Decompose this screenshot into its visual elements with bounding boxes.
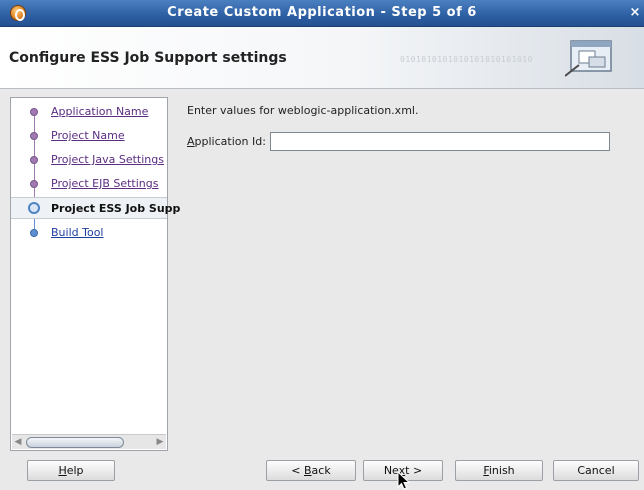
step-dot-icon — [30, 229, 38, 237]
back-rest: ack — [311, 464, 331, 477]
nav-step-application-name[interactable]: Application Name — [11, 101, 167, 123]
mouse-cursor-icon — [397, 471, 411, 490]
close-icon[interactable]: × — [628, 5, 642, 21]
step-dot-icon — [30, 156, 38, 164]
finish-rest: inish — [488, 464, 515, 477]
page-title: Configure ESS Job Support settings — [9, 50, 287, 66]
nav-step-project-ess-job-support[interactable]: Project ESS Job Supp — [11, 197, 180, 219]
help-rest: elp — [66, 464, 84, 477]
wizard-button-bar: Help < Back Next > Finish Cancel — [0, 451, 644, 490]
scroll-right-icon[interactable]: ▶ — [154, 435, 166, 450]
back-button[interactable]: < Back — [266, 460, 356, 481]
step-dot-icon — [30, 180, 38, 188]
cancel-label: Cancel — [577, 464, 615, 477]
application-id-label: Application Id: — [187, 135, 266, 148]
nav-step-project-ejb-settings[interactable]: Project EJB Settings — [11, 173, 167, 195]
scroll-left-icon[interactable]: ◀ — [12, 435, 24, 450]
back-mnemonic: B — [304, 464, 312, 477]
label-mnemonic: A — [187, 135, 195, 148]
binary-decoration: 0101010101010101010101010 — [400, 55, 533, 64]
back-prefix: < — [291, 464, 304, 477]
wizard-header: Configure ESS Job Support settings 01010… — [0, 27, 644, 89]
cancel-button[interactable]: Cancel — [553, 460, 639, 481]
nav-step-label[interactable]: Project EJB Settings — [51, 177, 159, 190]
instructions-text: Enter values for weblogic-application.xm… — [187, 104, 419, 117]
wizard-step-nav: Application Name Project Name Project Ja… — [10, 97, 180, 451]
help-mnemonic: H — [58, 464, 67, 477]
nav-step-label[interactable]: Project Name — [51, 129, 125, 142]
step-dot-icon — [30, 132, 38, 140]
wizard-window-icon — [565, 40, 612, 77]
nav-step-label[interactable]: Build Tool — [51, 226, 103, 239]
nav-step-project-java-settings[interactable]: Project Java Settings — [11, 149, 167, 171]
nav-step-label[interactable]: Project Java Settings — [51, 153, 164, 166]
help-button[interactable]: Help — [27, 460, 115, 481]
nav-step-project-name[interactable]: Project Name — [11, 125, 167, 147]
nav-horizontal-scrollbar[interactable]: ◀ ▶ — [12, 434, 166, 449]
application-id-input[interactable] — [270, 132, 610, 151]
window-titlebar[interactable]: Create Custom Application - Step 5 of 6 … — [0, 0, 644, 27]
nav-step-build-tool[interactable]: Build Tool — [11, 222, 167, 244]
current-step-icon — [28, 202, 40, 214]
nav-step-label: Project ESS Job Supp — [51, 202, 181, 215]
scrollbar-thumb[interactable] — [26, 437, 124, 448]
finish-button[interactable]: Finish — [455, 460, 543, 481]
window-title: Create Custom Application - Step 5 of 6 — [167, 5, 477, 20]
step-content: Enter values for weblogic-application.xm… — [168, 97, 644, 451]
step-dot-icon — [30, 108, 38, 116]
label-rest: pplication Id: — [194, 135, 266, 148]
nav-step-label[interactable]: Application Name — [51, 105, 148, 118]
